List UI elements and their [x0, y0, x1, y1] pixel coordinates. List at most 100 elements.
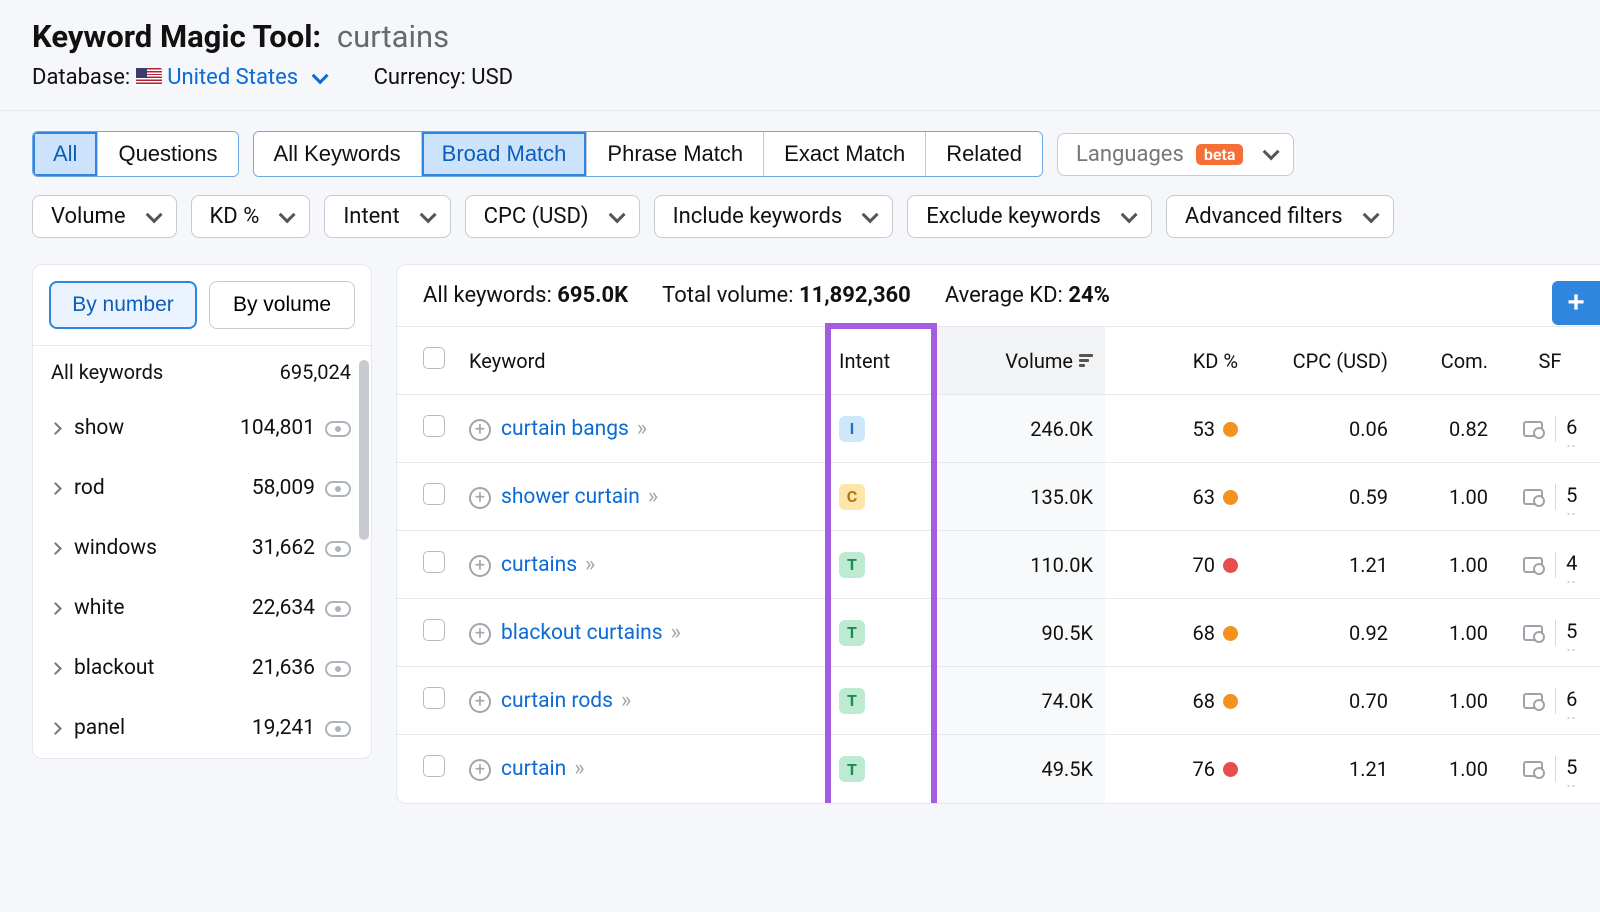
seg-all-keywords[interactable]: All Keywords	[254, 132, 422, 176]
row-checkbox[interactable]	[423, 755, 445, 777]
double-chevron-icon[interactable]: »	[671, 620, 677, 645]
row-checkbox[interactable]	[423, 551, 445, 573]
sidebar-item-label: white	[74, 596, 124, 620]
double-chevron-icon[interactable]: »	[621, 688, 627, 713]
eye-icon[interactable]	[325, 661, 351, 677]
cell-volume: 74.0K	[935, 667, 1105, 735]
tab-by-number[interactable]: By number	[49, 281, 197, 329]
filter-include[interactable]: Include keywords	[654, 195, 894, 238]
filter-intent[interactable]: Intent	[324, 195, 450, 238]
serp-icon[interactable]	[1523, 489, 1543, 505]
cell-cpc: 0.70	[1250, 667, 1400, 735]
col-volume[interactable]: Volume	[935, 327, 1105, 395]
chevron-right-icon	[49, 662, 62, 675]
row-checkbox[interactable]	[423, 415, 445, 437]
keyword-link[interactable]: curtain	[501, 757, 566, 781]
results-panel: All keywords: 695.0K Total volume: 11,89…	[396, 264, 1600, 804]
sidebar-item[interactable]: windows31,662	[33, 518, 371, 578]
row-checkbox[interactable]	[423, 483, 445, 505]
expand-icon[interactable]: +	[469, 419, 491, 441]
chevron-down-icon	[608, 206, 625, 223]
serp-icon[interactable]	[1523, 421, 1543, 437]
sidebar-all-keywords[interactable]: All keywords 695,024	[33, 345, 371, 398]
col-intent[interactable]: Intent	[827, 327, 935, 395]
seg-all[interactable]: All	[33, 132, 98, 176]
sidebar-item-label: blackout	[74, 656, 154, 680]
sidebar-item[interactable]: show104,801	[33, 398, 371, 458]
kd-dot-icon	[1223, 422, 1238, 437]
serp-icon[interactable]	[1523, 761, 1543, 777]
kd-dot-icon	[1223, 762, 1238, 777]
expand-icon[interactable]: +	[469, 487, 491, 509]
row-checkbox[interactable]	[423, 619, 445, 641]
cell-sf[interactable]: 5	[1500, 463, 1600, 531]
database-selector[interactable]: Database: United States	[32, 65, 324, 90]
keyword-link[interactable]: curtain bangs	[501, 417, 629, 441]
double-chevron-icon[interactable]: »	[637, 416, 643, 441]
cell-sf[interactable]: 4	[1500, 531, 1600, 599]
intent-badge: T	[839, 620, 865, 646]
filter-cpc[interactable]: CPC (USD)	[465, 195, 640, 238]
col-cpc[interactable]: CPC (USD)	[1250, 327, 1400, 395]
sidebar-item[interactable]: blackout21,636	[33, 638, 371, 698]
table-row: +shower curtain» C 135.0K 63 0.59 1.00 5	[397, 463, 1600, 531]
filter-kd[interactable]: KD %	[191, 195, 311, 238]
cell-com: 0.82	[1400, 395, 1500, 463]
serp-icon[interactable]	[1523, 693, 1543, 709]
double-chevron-icon[interactable]: »	[574, 756, 580, 781]
eye-icon[interactable]	[325, 421, 351, 437]
cell-cpc: 1.21	[1250, 531, 1400, 599]
seg-questions[interactable]: Questions	[98, 132, 237, 176]
cell-sf[interactable]: 5	[1500, 599, 1600, 667]
eye-icon[interactable]	[325, 601, 351, 617]
cell-sf[interactable]: 5	[1500, 735, 1600, 803]
sidebar-item[interactable]: rod58,009	[33, 458, 371, 518]
filter-volume[interactable]: Volume	[32, 195, 177, 238]
seg-broad-match[interactable]: Broad Match	[422, 132, 588, 176]
intent-badge: T	[839, 552, 865, 578]
row-checkbox[interactable]	[423, 687, 445, 709]
checkbox-all[interactable]	[423, 347, 445, 369]
expand-icon[interactable]: +	[469, 623, 491, 645]
cell-sf[interactable]: 6	[1500, 395, 1600, 463]
seg-exact-match[interactable]: Exact Match	[764, 132, 926, 176]
serp-icon[interactable]	[1523, 625, 1543, 641]
page-title: Keyword Magic Tool: curtains	[32, 18, 1568, 55]
keyword-link[interactable]: curtain rods	[501, 689, 613, 713]
seg-phrase-match[interactable]: Phrase Match	[587, 132, 764, 176]
expand-icon[interactable]: +	[469, 759, 491, 781]
keyword-link[interactable]: curtains	[501, 553, 577, 577]
add-button[interactable]: +	[1552, 281, 1600, 325]
col-kd[interactable]: KD %	[1105, 327, 1250, 395]
eye-icon[interactable]	[325, 541, 351, 557]
keyword-link[interactable]: blackout curtains	[501, 621, 663, 645]
expand-icon[interactable]: +	[469, 555, 491, 577]
filter-advanced[interactable]: Advanced filters	[1166, 195, 1394, 238]
filter-exclude[interactable]: Exclude keywords	[907, 195, 1152, 238]
eye-icon[interactable]	[325, 721, 351, 737]
col-sf[interactable]: SF	[1500, 327, 1600, 395]
eye-icon[interactable]	[325, 481, 351, 497]
col-keyword[interactable]: Keyword	[457, 327, 827, 395]
sidebar-item[interactable]: white22,634	[33, 578, 371, 638]
expand-icon[interactable]: +	[469, 691, 491, 713]
serp-icon[interactable]	[1523, 557, 1543, 573]
kd-dot-icon	[1223, 558, 1238, 573]
chevron-down-icon	[311, 67, 328, 84]
chevron-down-icon	[862, 206, 879, 223]
tab-by-volume[interactable]: By volume	[209, 281, 355, 329]
double-chevron-icon[interactable]: »	[648, 484, 654, 509]
sidebar-item[interactable]: panel19,241	[33, 698, 371, 758]
cell-com: 1.00	[1400, 463, 1500, 531]
page-header: Keyword Magic Tool: curtains Database: U…	[0, 0, 1600, 111]
keyword-link[interactable]: shower curtain	[501, 485, 640, 509]
seg-related[interactable]: Related	[926, 132, 1042, 176]
languages-dropdown[interactable]: Languages beta	[1057, 133, 1294, 176]
double-chevron-icon[interactable]: »	[585, 552, 591, 577]
col-com[interactable]: Com.	[1400, 327, 1500, 395]
col-checkbox[interactable]	[397, 327, 457, 395]
cell-volume: 135.0K	[935, 463, 1105, 531]
cell-sf[interactable]: 6	[1500, 667, 1600, 735]
sidebar-scrollbar[interactable]	[359, 360, 369, 540]
chevron-right-icon	[49, 542, 62, 555]
